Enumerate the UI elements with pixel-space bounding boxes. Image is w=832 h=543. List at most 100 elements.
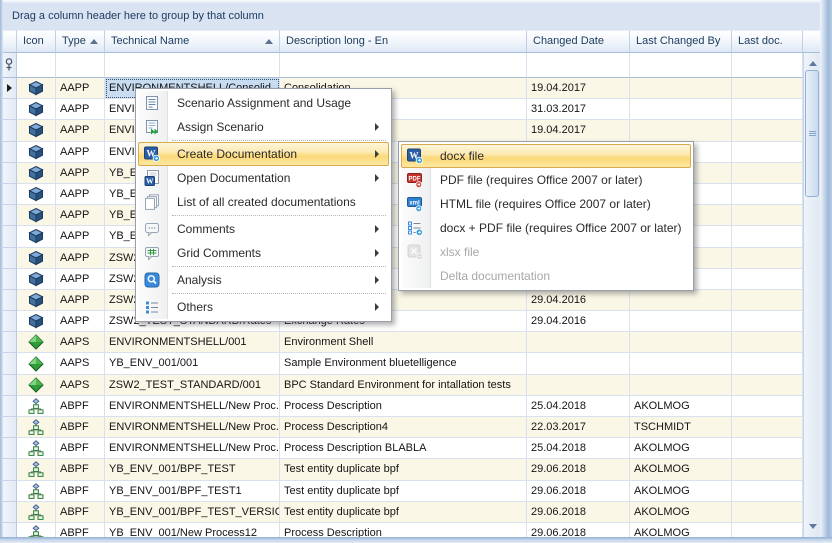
menu-item-assign-scenario[interactable]: Assign Scenario	[138, 115, 389, 139]
cell-lastby[interactable]: AKOLMOG	[630, 459, 732, 480]
cell-changed[interactable]	[527, 332, 630, 353]
cell-lastby[interactable]	[630, 332, 732, 353]
scroll-down-button[interactable]	[804, 518, 821, 535]
cell-icon[interactable]	[17, 417, 56, 438]
cell-type[interactable]: AAPP	[56, 99, 105, 120]
cell-lastdoc[interactable]	[732, 438, 803, 459]
cell-tech[interactable]: YB_ENV_001/New Process12	[105, 523, 280, 537]
menu-item-analysis[interactable]: Analysis	[138, 268, 389, 292]
cell-icon[interactable]	[17, 459, 56, 480]
cell-lastby[interactable]: AKOLMOG	[630, 438, 732, 459]
cell-lastby[interactable]: AKOLMOG	[630, 396, 732, 417]
row-indicator-cell[interactable]	[3, 502, 17, 523]
row-indicator-cell[interactable]	[3, 226, 17, 247]
scrollbar-thumb[interactable]	[805, 70, 819, 197]
cell-type[interactable]: AAPP	[56, 142, 105, 163]
menu-item-open-documentation[interactable]: WOpen Documentation	[138, 166, 389, 190]
cell-lastdoc[interactable]	[732, 523, 803, 537]
row-indicator-cell[interactable]	[3, 142, 17, 163]
cell-icon[interactable]	[17, 184, 56, 205]
cell-icon[interactable]	[17, 311, 56, 332]
cell-lastdoc[interactable]	[732, 311, 803, 332]
cell-changed[interactable]: 29.06.2018	[527, 502, 630, 523]
vertical-scrollbar[interactable]	[803, 53, 820, 537]
cell-desc[interactable]: Process Description BLABLA	[280, 438, 527, 459]
cell-icon[interactable]	[17, 248, 56, 269]
cell-lastby[interactable]	[630, 375, 732, 396]
cell-icon[interactable]	[17, 332, 56, 353]
cell-type[interactable]: AAPS	[56, 375, 105, 396]
cell-lastdoc[interactable]	[732, 142, 803, 163]
cell-type[interactable]: AAPP	[56, 269, 105, 290]
cell-changed[interactable]: 29.06.2018	[527, 459, 630, 480]
cell-type[interactable]: AAPP	[56, 163, 105, 184]
cell-icon[interactable]	[17, 353, 56, 374]
cell-icon[interactable]	[17, 99, 56, 120]
cell-lastdoc[interactable]	[732, 353, 803, 374]
submenu-item-html-file-requires-office-2007-or-later[interactable]: xmlHTML file (requires Office 2007 or la…	[401, 192, 691, 216]
row-indicator-cell[interactable]	[3, 332, 17, 353]
cell-lastby[interactable]	[630, 311, 732, 332]
menu-item-grid-comments[interactable]: Grid Comments	[138, 241, 389, 265]
cell-icon[interactable]	[17, 226, 56, 247]
cell-lastdoc[interactable]	[732, 78, 803, 99]
filter-cell-lastby[interactable]	[630, 53, 732, 78]
cell-icon[interactable]	[17, 438, 56, 459]
row-indicator-cell[interactable]	[3, 248, 17, 269]
menu-item-others[interactable]: Others	[138, 295, 389, 319]
cell-lastdoc[interactable]	[732, 226, 803, 247]
cell-type[interactable]: AAPP	[56, 226, 105, 247]
filter-cell-type[interactable]	[56, 53, 105, 78]
cell-icon[interactable]	[17, 396, 56, 417]
cell-lastdoc[interactable]	[732, 184, 803, 205]
column-header-icon[interactable]: Icon	[17, 30, 56, 53]
menu-item-comments[interactable]: Comments	[138, 217, 389, 241]
cell-tech[interactable]: ENVIRONMENTSHELL/New Proc...	[105, 438, 280, 459]
cell-changed[interactable]: 29.04.2016	[527, 290, 630, 311]
cell-icon[interactable]	[17, 290, 56, 311]
cell-lastdoc[interactable]	[732, 290, 803, 311]
column-header-desc[interactable]: Description long - En	[280, 30, 527, 53]
cell-icon[interactable]	[17, 269, 56, 290]
cell-lastby[interactable]	[630, 353, 732, 374]
cell-desc[interactable]: Test entity duplicate bpf	[280, 481, 527, 502]
cell-desc[interactable]: Test entity duplicate bpf	[280, 459, 527, 480]
column-header-lastby[interactable]: Last Changed By	[630, 30, 732, 53]
cell-type[interactable]: ABPF	[56, 417, 105, 438]
cell-lastby[interactable]	[630, 78, 732, 99]
cell-icon[interactable]	[17, 205, 56, 226]
cell-changed[interactable]: 29.04.2016	[527, 311, 630, 332]
cell-lastdoc[interactable]	[732, 205, 803, 226]
cell-tech[interactable]: YB_ENV_001/BPF_TEST1	[105, 481, 280, 502]
menu-item-scenario-assignment-and-usage[interactable]: Scenario Assignment and Usage	[138, 91, 389, 115]
row-indicator-cell[interactable]	[3, 163, 17, 184]
cell-changed[interactable]	[527, 375, 630, 396]
row-indicator-cell[interactable]	[3, 184, 17, 205]
cell-lastdoc[interactable]	[732, 481, 803, 502]
cell-type[interactable]: AAPP	[56, 184, 105, 205]
cell-type[interactable]: ABPF	[56, 523, 105, 537]
row-indicator-cell[interactable]	[3, 99, 17, 120]
cell-desc[interactable]: Process Description	[280, 396, 527, 417]
column-header-tech[interactable]: Technical Name	[105, 30, 280, 53]
cell-type[interactable]: AAPP	[56, 78, 105, 99]
cell-type[interactable]: AAPP	[56, 311, 105, 332]
cell-desc[interactable]: Sample Environment bluetelligence	[280, 353, 527, 374]
row-indicator-cell[interactable]	[3, 353, 17, 374]
cell-desc[interactable]: Test entity duplicate bpf	[280, 502, 527, 523]
row-indicator-cell[interactable]	[3, 375, 17, 396]
cell-lastdoc[interactable]	[732, 269, 803, 290]
column-header-type[interactable]: Type	[56, 30, 105, 53]
cell-tech[interactable]: YB_ENV_001/001	[105, 353, 280, 374]
cell-lastby[interactable]: AKOLMOG	[630, 502, 732, 523]
cell-lastdoc[interactable]	[732, 332, 803, 353]
cell-lastby[interactable]: AKOLMOG	[630, 523, 732, 537]
filter-cell-desc[interactable]	[280, 53, 527, 78]
row-indicator-cell[interactable]	[3, 120, 17, 141]
cell-type[interactable]: AAPP	[56, 120, 105, 141]
cell-icon[interactable]	[17, 375, 56, 396]
cell-icon[interactable]	[17, 142, 56, 163]
group-by-panel[interactable]: Drag a column header here to group by th…	[3, 3, 820, 30]
cell-lastdoc[interactable]	[732, 459, 803, 480]
cell-lastdoc[interactable]	[732, 417, 803, 438]
